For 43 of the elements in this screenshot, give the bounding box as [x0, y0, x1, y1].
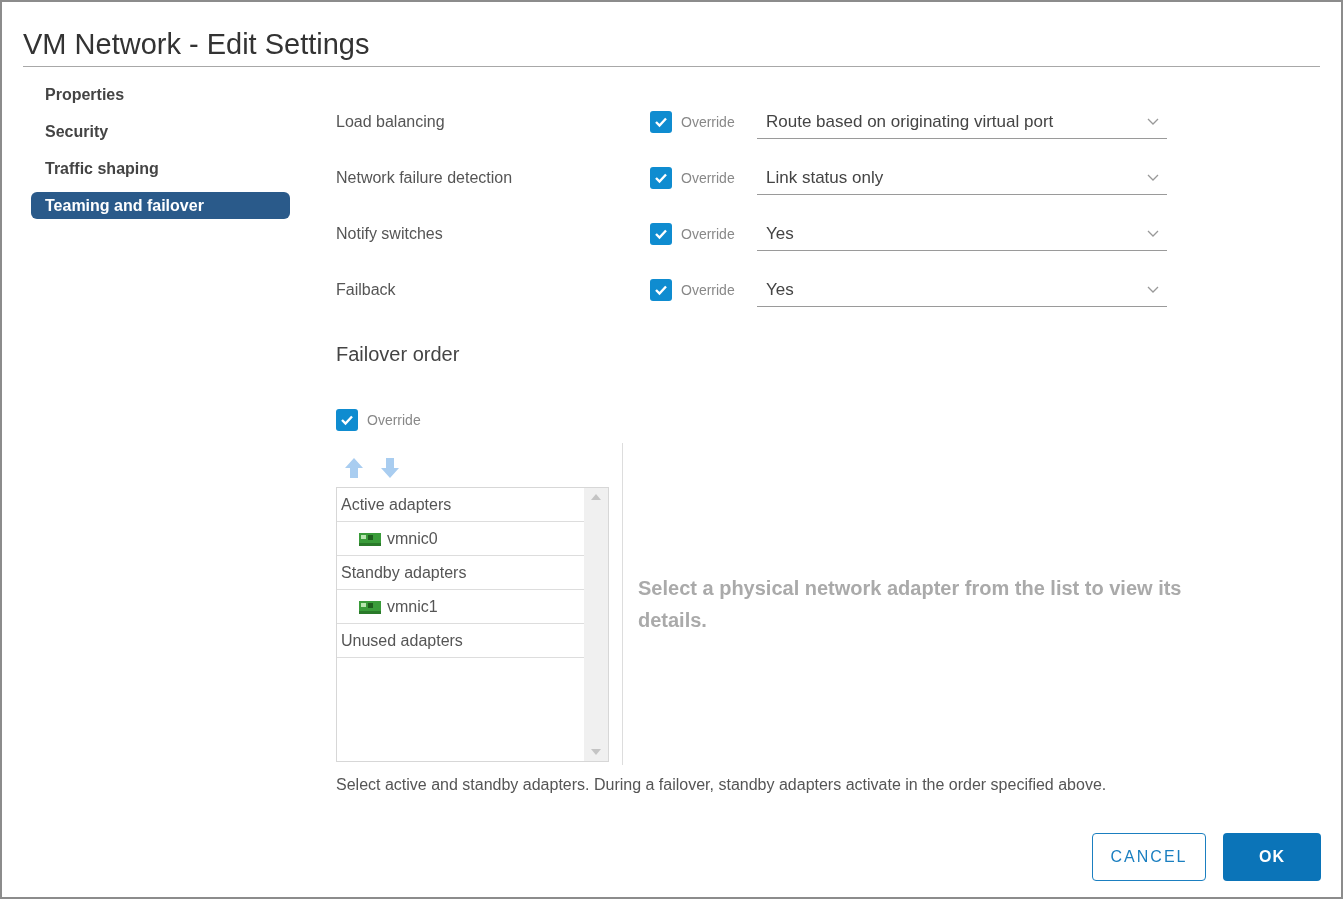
chevron-down-icon — [1147, 230, 1159, 237]
checkbox-label: Override — [367, 410, 421, 430]
dropdown[interactable]: Yes — [757, 273, 1167, 307]
sidebar-item[interactable]: Security — [31, 118, 290, 145]
checkbox-label: Override — [681, 280, 736, 300]
field-label: Load balancing — [336, 112, 446, 132]
checkmark-icon — [654, 172, 668, 184]
checkbox[interactable] — [650, 279, 672, 301]
checkbox[interactable] — [650, 223, 672, 245]
chevron-down-icon — [1147, 118, 1159, 125]
sidebar-item[interactable]: Teaming and failover — [31, 192, 290, 219]
ok-button[interactable]: OK — [1223, 833, 1321, 881]
adapter-item[interactable]: vmnic1 — [337, 590, 584, 624]
field-label: Network failure detection — [336, 168, 514, 188]
sidebar-item[interactable]: Properties — [31, 81, 290, 108]
cancel-button[interactable]: CANCEL — [1092, 833, 1206, 881]
checkmark-icon — [654, 228, 668, 240]
dropdown[interactable]: Yes — [757, 217, 1167, 251]
details-hint: Select a physical network adapter from the list to view its details. — [638, 576, 1183, 633]
chevron-down-icon — [1147, 174, 1159, 181]
section-title: Failover order — [336, 342, 461, 367]
checkbox-label: Override — [681, 168, 736, 188]
checkbox[interactable] — [650, 167, 672, 189]
checkbox-label: Override — [681, 224, 736, 244]
field-label: Notify switches — [336, 224, 444, 244]
chevron-down-icon — [1147, 286, 1159, 293]
adapter-name: vmnic1 — [387, 596, 438, 617]
sidebar-item[interactable]: Traffic shaping — [31, 155, 290, 182]
checkbox-label: Override — [681, 112, 736, 132]
checkmark-icon — [340, 414, 354, 426]
checkbox[interactable] — [336, 409, 358, 431]
field-label: Failback — [336, 280, 397, 300]
adapter-name: vmnic0 — [387, 528, 438, 549]
adapter-item[interactable]: vmnic0 — [337, 522, 584, 556]
help-text: Select active and standby adapters. During a failover, standby adapters activate in the order specified above. — [336, 775, 1108, 795]
dialog-title: VM Network - Edit Settings — [23, 27, 371, 62]
dropdown[interactable]: Route based on originating virtual port — [757, 105, 1167, 139]
checkmark-icon — [654, 284, 668, 296]
checkmark-icon — [654, 116, 668, 128]
network-card-icon — [359, 531, 381, 546]
network-card-icon — [359, 599, 381, 614]
dropdown[interactable]: Link status only — [757, 161, 1167, 195]
checkbox[interactable] — [650, 111, 672, 133]
